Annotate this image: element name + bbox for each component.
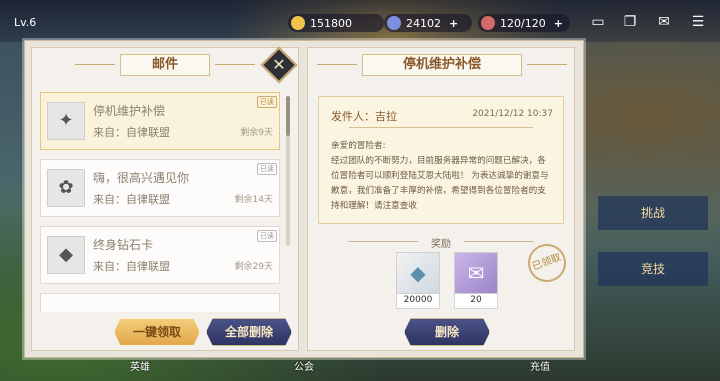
gem-counter: 24102 + <box>384 14 472 32</box>
mail-list-scrollbar[interactable] <box>286 96 290 246</box>
letter-body: 亲爱的冒险者: 经过团队的不断努力，目前服务器异常的问题已解决，各位冒险者可以顺… <box>331 139 553 214</box>
mail-item-0[interactable]: ✦ 停机维护补偿 来自：自律联盟 剩余9天 已读 <box>40 92 280 150</box>
mail-item-1[interactable]: ✿ 嗨，很高兴遇见你 来自：自律联盟 剩余14天 已读 <box>40 159 280 217</box>
nav-guild[interactable]: 公会 <box>294 358 314 381</box>
arena-button[interactable]: 竞技 <box>598 252 708 286</box>
stamina-counter: 120/120 + <box>478 14 570 32</box>
reward-item-1[interactable]: ✉ 20 <box>454 252 498 310</box>
menu-icon[interactable]: ☰ <box>688 13 708 31</box>
mail-list[interactable]: ✦ 停机维护补偿 来自：自律联盟 剩余9天 已读 ✿ 嗨，很高兴遇见你 来自：自… <box>40 92 280 312</box>
nav-heroes[interactable]: 英雄 <box>130 358 150 381</box>
mail-remain: 剩余14天 <box>234 195 273 205</box>
sender: 发件人：吉拉 <box>331 110 397 123</box>
ticket-icon: ✉ <box>454 252 498 294</box>
letter-card: 发件人：吉拉 2021/12/12 10:37 亲爱的冒险者: 经过团队的不断努… <box>318 96 564 224</box>
gold-coin-icon <box>291 16 305 30</box>
mail-item-2[interactable]: ◆ 终身钻石卡 来自：自律联盟 剩余29天 已读 <box>40 226 280 284</box>
claim-all-button[interactable]: 一键领取 <box>114 318 200 346</box>
mail-date: 2021/12/12 10:37 <box>472 109 553 119</box>
mail-window: 邮件 ✕ ✦ 停机维护补偿 来自：自律联盟 剩余9天 已读 ✿ 嗨，很高兴遇见你… <box>24 40 584 358</box>
player-level: Lv.6 <box>14 16 37 29</box>
mailbox-title: 邮件 <box>75 54 255 76</box>
diamond-icon: ◆ <box>396 252 440 294</box>
mail-status-badge: 已读 <box>257 230 277 242</box>
stamina-icon <box>481 16 495 30</box>
mail-status-badge: 已读 <box>257 163 277 175</box>
reward-count: 20 <box>454 294 498 309</box>
top-bar: Lv.6 151800 24102 + 120/120 + ▭ ❐ ✉ ☰ <box>0 0 720 42</box>
mail-title: 嗨，很高兴遇见你 <box>93 171 190 185</box>
letter-text: 经过团队的不断努力，目前服务器异常的问题已解决，各位冒险者可以顺利登陆艾恩大陆啦… <box>331 156 549 211</box>
mail-from: 来自：自律联盟 <box>93 126 170 139</box>
add-stamina-button[interactable]: + <box>554 17 563 30</box>
mail-title: 停机维护补偿 <box>93 104 166 118</box>
mail-thumb-icon: ✦ <box>47 102 85 140</box>
close-button[interactable]: ✕ <box>260 46 298 84</box>
bottom-nav: 英雄 公会 充值 <box>130 358 550 381</box>
close-icon: ✕ <box>272 55 286 74</box>
mail-list-panel: 邮件 ✕ ✦ 停机维护补偿 来自：自律联盟 剩余9天 已读 ✿ 嗨，很高兴遇见你… <box>31 46 299 351</box>
delete-button[interactable]: 删除 <box>404 318 490 346</box>
nav-recharge[interactable]: 充值 <box>530 358 550 381</box>
mail-icon[interactable]: ✉ <box>654 13 674 31</box>
mail-thumb-icon: ◆ <box>47 236 85 274</box>
add-gems-button[interactable]: + <box>449 17 458 30</box>
chat-icon[interactable]: ▭ <box>588 13 608 31</box>
mail-from: 来自：自律联盟 <box>93 193 170 206</box>
mail-thumb-icon: ✿ <box>47 169 85 207</box>
scrollbar-thumb[interactable] <box>286 96 290 136</box>
mail-item-partial[interactable] <box>40 293 280 312</box>
letter-divider <box>349 127 533 128</box>
mail-remain: 剩余29天 <box>234 262 273 272</box>
mail-detail-title: 停机维护补偿 <box>317 54 567 76</box>
mail-status-badge: 已读 <box>257 96 277 108</box>
challenge-button[interactable]: 挑战 <box>598 196 708 230</box>
mail-detail-panel: 停机维护补偿 发件人：吉拉 2021/12/12 10:37 亲爱的冒险者: 经… <box>307 47 575 351</box>
reward-item-0[interactable]: ◆ 20000 <box>396 252 440 310</box>
journal-icon[interactable]: ❐ <box>620 13 640 31</box>
letter-greeting: 亲爱的冒险者: <box>331 141 386 151</box>
gem-icon <box>387 16 401 30</box>
mail-from: 来自：自律联盟 <box>93 260 170 273</box>
delete-all-button[interactable]: 全部删除 <box>206 318 292 346</box>
reward-count: 20000 <box>396 294 440 309</box>
mail-remain: 剩余9天 <box>240 128 273 138</box>
gold-counter: 151800 <box>288 14 384 32</box>
mail-title: 终身钻石卡 <box>93 238 154 252</box>
